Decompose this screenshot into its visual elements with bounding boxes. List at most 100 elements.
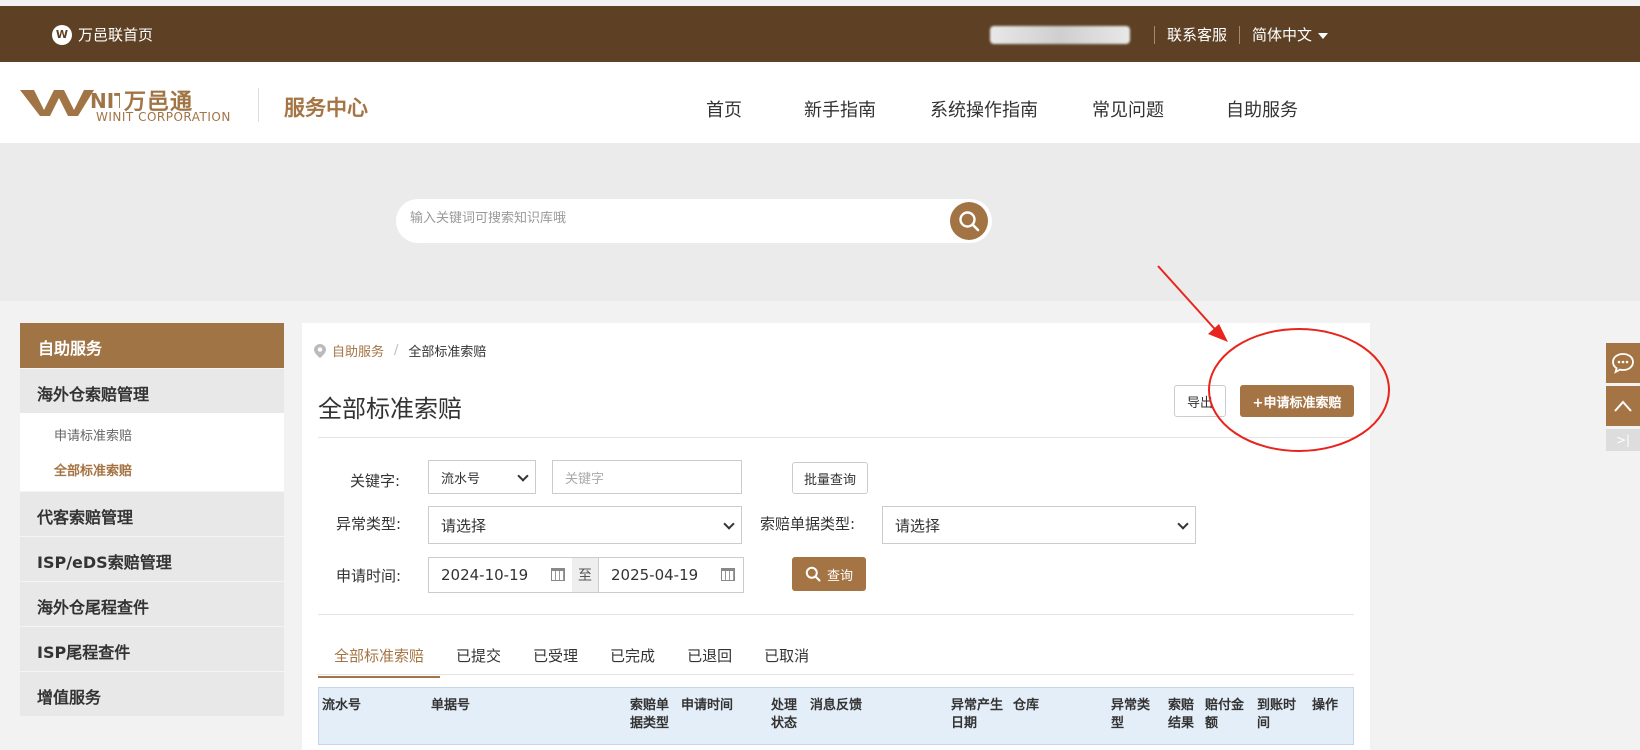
- column-header: 索赔单 据类型: [630, 698, 670, 731]
- page-title: 全部标准索赔: [318, 395, 462, 423]
- column-header: 索赔 结果: [1168, 698, 1195, 731]
- column-header: 异常产生 日期: [951, 698, 1004, 731]
- breadcrumb-separator: /: [394, 343, 399, 358]
- search-input[interactable]: [410, 211, 930, 226]
- batch-query-button[interactable]: 批量查询: [792, 462, 868, 494]
- sidebar-item-isp-tracking[interactable]: ISP尾程查件: [20, 626, 284, 671]
- chat-button[interactable]: [1606, 343, 1640, 383]
- column-header: 申请时间: [681, 698, 734, 713]
- status-tabs: 全部标准索赔 已提交 已受理 已完成 已退回 已取消: [318, 639, 825, 678]
- chevron-down-icon: [723, 518, 735, 530]
- divider: [318, 614, 1354, 615]
- query-button-label: 查询: [826, 568, 853, 584]
- export-button[interactable]: 导出: [1174, 385, 1226, 417]
- chevron-down-icon: [517, 470, 529, 482]
- tabs-divider: [318, 674, 1354, 675]
- date-to-input[interactable]: 2025-04-19: [598, 557, 744, 593]
- keyword-type-select[interactable]: 流水号: [428, 460, 536, 494]
- location-pin-icon: [314, 343, 326, 358]
- apply-standard-claim-button[interactable]: +申请标准索赔: [1240, 385, 1354, 417]
- main-panel: 自助服务 / 全部标准索赔 全部标准索赔 导出 +申请标准索赔 关键字: 流水号…: [302, 323, 1370, 750]
- breadcrumb-parent[interactable]: 自助服务: [332, 341, 384, 360]
- nav-system-guide[interactable]: 系统操作指南: [930, 96, 1038, 122]
- column-header: 流水号: [322, 698, 362, 713]
- service-center-title: 服务中心: [284, 96, 368, 120]
- search-button[interactable]: [950, 202, 988, 240]
- tab-submitted[interactable]: 已提交: [440, 639, 517, 678]
- floating-toolbar: >|: [1606, 343, 1640, 451]
- breadcrumb-current: 全部标准索赔: [408, 345, 487, 360]
- date-from-input[interactable]: 2024-10-19: [428, 557, 574, 593]
- column-header: 到账时 间: [1257, 698, 1297, 731]
- sidebar-item-overseas-tracking[interactable]: 海外仓尾程查件: [20, 581, 284, 626]
- exception-type-label: 异常类型:: [336, 515, 402, 533]
- home-link[interactable]: W 万邑联首页: [52, 24, 153, 45]
- search-banner: [0, 143, 1640, 301]
- top-bar: W 万邑联首页 联系客服 简体中文: [0, 6, 1640, 62]
- keyword-input[interactable]: 关键字: [552, 460, 742, 494]
- divider: [1153, 25, 1155, 44]
- column-header: 操作: [1312, 698, 1339, 713]
- tab-completed[interactable]: 已完成: [594, 639, 671, 678]
- column-header: 异常类 型: [1111, 698, 1151, 731]
- chevron-up-icon: [1614, 400, 1632, 412]
- date-range-to: 至: [572, 557, 598, 593]
- column-header: 赔付金 额: [1205, 698, 1245, 731]
- contact-service-link[interactable]: 联系客服: [1167, 24, 1227, 45]
- nav-beginner-guide[interactable]: 新手指南: [804, 96, 876, 122]
- chevron-down-icon: [1177, 518, 1189, 530]
- home-link-label: 万邑联首页: [78, 26, 154, 44]
- sidebar-item-apply-standard-claim[interactable]: 申请标准索赔: [20, 417, 284, 452]
- nav-self-service[interactable]: 自助服务: [1226, 96, 1298, 122]
- sidebar-item-all-standard-claims[interactable]: 全部标准索赔: [20, 452, 284, 487]
- search-icon: [959, 211, 980, 232]
- tab-accepted[interactable]: 已受理: [517, 639, 594, 678]
- keyword-type-value: 流水号: [441, 471, 481, 487]
- header-divider: [258, 88, 259, 122]
- tab-returned[interactable]: 已退回: [671, 639, 748, 678]
- column-header: 处理 状态: [771, 698, 798, 731]
- sidebar: 自助服务 海外仓索赔管理 申请标准索赔 全部标准索赔 代客索赔管理 ISP/eD…: [20, 323, 284, 716]
- claims-table-header: 流水号 单据号 索赔单 据类型 申请时间 处理 状态 消息反馈 异常产生 日期 …: [318, 687, 1354, 745]
- header: NIT 万邑通 WINIT CORPORATION 服务中心 首页 新手指南 系…: [0, 62, 1640, 143]
- date-to-value: 2025-04-19: [611, 566, 699, 584]
- sidebar-item-isp-eds-claims[interactable]: ISP/eDS索赔管理: [20, 536, 284, 581]
- exception-type-select[interactable]: 请选择: [428, 506, 742, 544]
- collapse-toolbar-button[interactable]: >|: [1606, 429, 1640, 451]
- calendar-icon: [721, 568, 735, 581]
- account-name-blurred[interactable]: [989, 25, 1130, 44]
- main-nav: 首页 新手指南 系统操作指南 常见问题 自助服务: [706, 96, 1298, 122]
- sidebar-item-agent-claims[interactable]: 代客索赔管理: [20, 491, 284, 536]
- nav-home[interactable]: 首页: [706, 96, 742, 122]
- claim-doc-type-label: 索赔单据类型:: [760, 515, 856, 533]
- divider: [318, 437, 1354, 438]
- winit-logo[interactable]: NIT 万邑通 WINIT CORPORATION: [20, 86, 234, 126]
- home-logo-icon: W: [52, 24, 72, 45]
- back-to-top-button[interactable]: [1606, 386, 1640, 426]
- brand-en: WINIT CORPORATION: [96, 110, 231, 124]
- apply-time-label: 申请时间:: [336, 567, 402, 585]
- date-from-value: 2024-10-19: [441, 566, 529, 584]
- query-button[interactable]: 查询: [792, 557, 866, 591]
- tab-cancelled[interactable]: 已取消: [748, 639, 825, 678]
- breadcrumb: 自助服务 / 全部标准索赔: [314, 341, 486, 360]
- collapse-icon: >|: [1615, 433, 1631, 447]
- nav-faq[interactable]: 常见问题: [1092, 96, 1164, 122]
- exception-type-value: 请选择: [441, 516, 487, 535]
- top-bar-right: 联系客服 简体中文: [989, 24, 1328, 45]
- sidebar-title: 自助服务: [20, 323, 284, 368]
- sidebar-item-overseas-claims[interactable]: 海外仓索赔管理: [20, 368, 284, 413]
- keyword-label: 关键字:: [350, 472, 401, 490]
- search-icon: [805, 566, 821, 582]
- language-selector[interactable]: 简体中文: [1252, 24, 1328, 45]
- claim-doc-type-select[interactable]: 请选择: [882, 506, 1196, 544]
- caret-down-icon: [1318, 32, 1328, 39]
- column-header: 仓库: [1013, 698, 1040, 713]
- claim-doc-type-value: 请选择: [895, 516, 941, 535]
- column-header: 单据号: [431, 698, 471, 713]
- sidebar-item-value-added[interactable]: 增值服务: [20, 671, 284, 716]
- tab-all-standard-claims[interactable]: 全部标准索赔: [318, 639, 441, 678]
- chat-bubble-icon: [1612, 353, 1634, 374]
- calendar-icon: [551, 568, 565, 581]
- column-header: 消息反馈: [810, 698, 863, 713]
